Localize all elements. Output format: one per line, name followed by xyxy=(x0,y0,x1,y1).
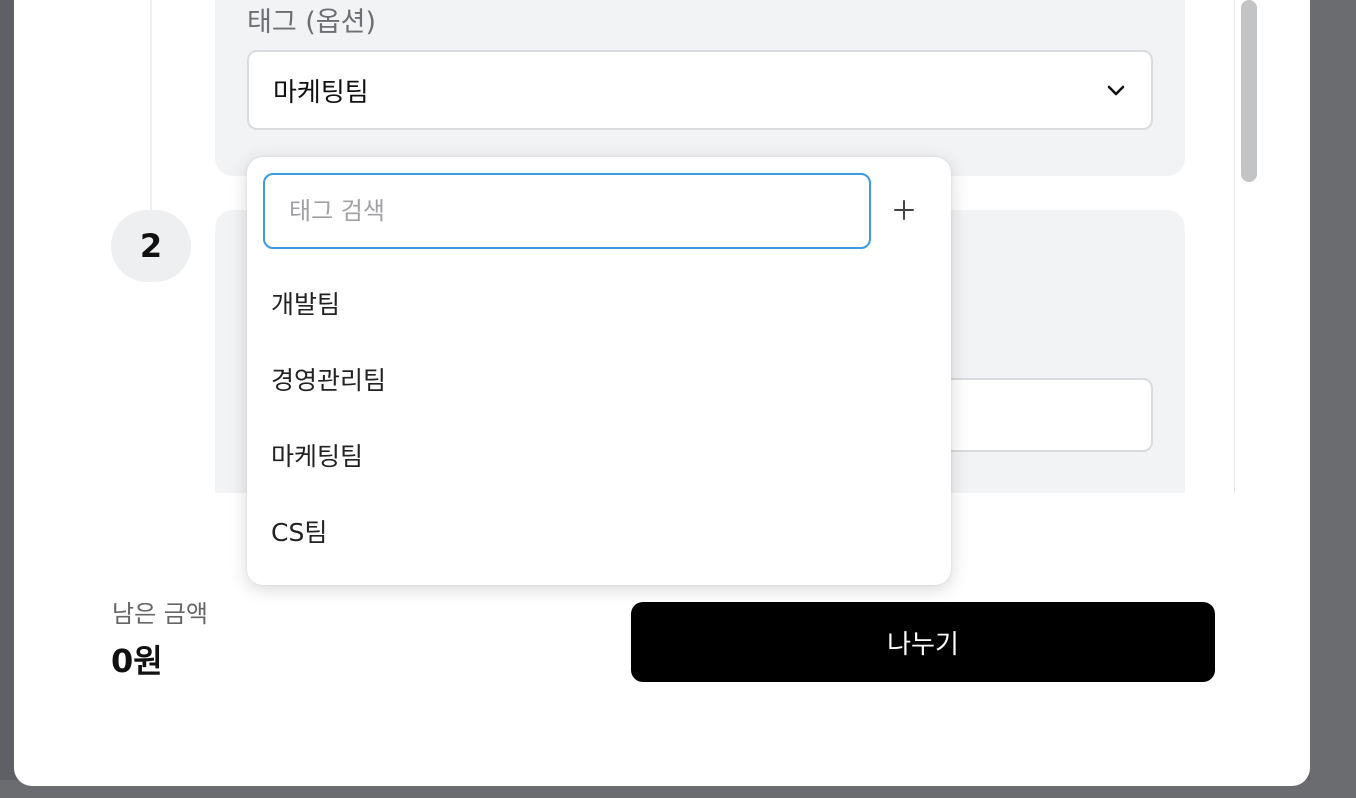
inner-scrollbar-thumb[interactable] xyxy=(1241,0,1257,182)
plus-icon[interactable] xyxy=(885,191,923,229)
split-button[interactable]: 나누기 xyxy=(631,602,1215,682)
remaining-amount-value: 0원 xyxy=(111,642,163,680)
tag-option-list: 개발팀 경영관리팀 마케팅팀 CS팀 xyxy=(247,265,951,569)
tag-select[interactable]: 마케팅팀 xyxy=(247,50,1153,130)
remaining-amount-label: 남은 금액 xyxy=(112,600,208,628)
add-tag-icon xyxy=(894,200,914,220)
tag-dropdown: 개발팀 경영관리팀 마케팅팀 CS팀 xyxy=(247,157,951,585)
split-modal: 태그 (옵션) 마케팅팀 2 개발팀 경영관리팀 마케팅팀 CS팀 남은 금액 … xyxy=(14,0,1310,786)
background-page xyxy=(1310,0,1356,798)
tag-select-value: 마케팅팀 xyxy=(273,77,369,108)
step-connector-line xyxy=(150,0,152,210)
tag-option[interactable]: 경영관리팀 xyxy=(247,341,951,417)
tag-option[interactable]: 개발팀 xyxy=(247,265,951,341)
tag-option[interactable]: CS팀 xyxy=(247,493,951,569)
step-number-badge: 2 xyxy=(111,210,191,282)
chevron-down-icon xyxy=(1107,85,1125,96)
tag-option[interactable]: 마케팅팀 xyxy=(247,417,951,493)
tag-field-label: 태그 (옵션) xyxy=(247,7,377,38)
tag-search-input[interactable] xyxy=(263,173,871,249)
inner-scrollbar[interactable] xyxy=(1234,0,1264,493)
